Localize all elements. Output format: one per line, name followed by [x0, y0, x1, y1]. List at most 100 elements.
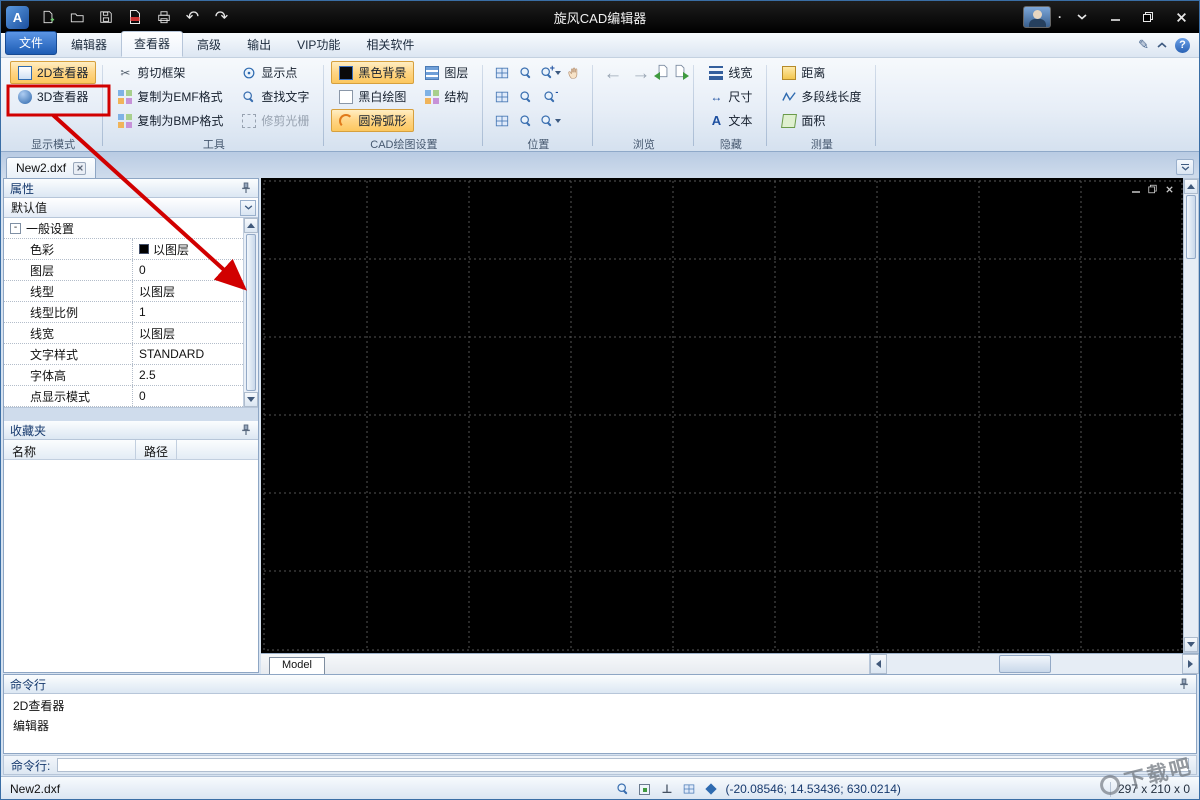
viewport-horizontal-icon[interactable]: [495, 90, 509, 104]
ribbon-collapse-icon[interactable]: [1157, 42, 1167, 48]
property-row-color[interactable]: 色彩 以图层: [4, 239, 243, 260]
properties-header[interactable]: 属性: [4, 179, 258, 198]
black-background-button[interactable]: 黑色背景: [331, 61, 414, 84]
property-row-linetype-scale[interactable]: 线型比例 1: [4, 302, 243, 323]
quick-style-icon[interactable]: ✎: [1138, 37, 1149, 53]
drawing-canvas[interactable]: [261, 178, 1183, 653]
collapse-minus-icon[interactable]: -: [10, 223, 21, 234]
structure-button[interactable]: 结构: [417, 85, 476, 108]
properties-preset-select[interactable]: 默认值: [4, 198, 258, 218]
zoom-extents-icon[interactable]: [519, 66, 533, 80]
menu-tab-editor[interactable]: 编辑器: [59, 33, 119, 57]
new-file-button[interactable]: [34, 5, 61, 29]
menu-tab-vip[interactable]: VIP功能: [285, 33, 352, 57]
command-panel-header[interactable]: 命令行: [4, 675, 1196, 694]
canvas-vertical-scrollbar[interactable]: [1183, 178, 1199, 653]
document-tab[interactable]: New2.dxf: [6, 157, 96, 178]
trim-raster-button[interactable]: 修剪光栅: [234, 109, 317, 132]
property-row-font-height[interactable]: 字体高 2.5: [4, 365, 243, 386]
viewport-close-icon[interactable]: [1163, 183, 1176, 195]
previous-view-icon[interactable]: [656, 64, 670, 78]
clip-frame-button[interactable]: ✂ 剪切框架: [110, 61, 231, 84]
redo-icon[interactable]: ↷: [208, 5, 235, 29]
browse-forward-icon[interactable]: →: [628, 64, 653, 83]
pan-icon[interactable]: [567, 66, 581, 80]
measure-area-button[interactable]: 面积: [774, 109, 869, 132]
export-pdf-button[interactable]: [121, 5, 148, 29]
find-text-button[interactable]: 查找文字: [234, 85, 317, 108]
scroll-thumb[interactable]: [1186, 195, 1196, 259]
menu-tab-viewer[interactable]: 查看器: [121, 31, 183, 57]
open-folder-button[interactable]: [63, 5, 90, 29]
copy-bmp-button[interactable]: 复制为BMP格式: [110, 109, 231, 132]
scroll-track[interactable]: [887, 654, 1182, 674]
chevron-down-icon[interactable]: [240, 200, 256, 216]
minimize-button[interactable]: [1102, 6, 1128, 28]
titlebar-chevron-down-icon[interactable]: [1069, 6, 1095, 28]
help-icon[interactable]: ?: [1175, 38, 1190, 53]
hide-text-button[interactable]: A 文本: [701, 109, 760, 132]
canvas-horizontal-scrollbar[interactable]: [869, 654, 1199, 674]
scroll-up-icon[interactable]: [1184, 179, 1198, 194]
menu-tab-related[interactable]: 相关软件: [354, 33, 426, 57]
menu-tab-advanced[interactable]: 高级: [185, 33, 233, 57]
zoom-scale-icon[interactable]: [540, 114, 561, 128]
scroll-thumb[interactable]: [999, 655, 1051, 673]
favorites-header[interactable]: 收藏夹: [4, 421, 258, 440]
viewer-2d-button[interactable]: 2D查看器: [10, 61, 96, 84]
model-tab[interactable]: Model: [269, 657, 325, 674]
command-history[interactable]: 2D查看器 编辑器: [4, 694, 1196, 753]
favorites-list[interactable]: [4, 460, 258, 672]
next-view-icon[interactable]: [673, 64, 687, 78]
scroll-left-icon[interactable]: [870, 654, 887, 674]
scroll-down-icon[interactable]: [1184, 637, 1198, 652]
user-avatar[interactable]: [1023, 6, 1051, 28]
smooth-arc-button[interactable]: 圆滑弧形: [331, 109, 414, 132]
properties-scrollbar[interactable]: [243, 218, 258, 407]
bw-drawing-button[interactable]: 黑白绘图: [331, 85, 414, 108]
pin-icon[interactable]: [240, 182, 252, 194]
print-button[interactable]: [150, 5, 177, 29]
zoom-selected-icon[interactable]: [519, 114, 533, 128]
close-button[interactable]: [1168, 6, 1194, 28]
find-icon[interactable]: [615, 782, 630, 797]
viewport-vertical-icon[interactable]: [495, 114, 509, 128]
layers-button[interactable]: 图层: [417, 61, 476, 84]
property-row-layer[interactable]: 图层 0: [4, 260, 243, 281]
scroll-right-icon[interactable]: [1182, 654, 1199, 674]
viewer-3d-button[interactable]: 3D查看器: [10, 85, 96, 108]
zoom-window-icon[interactable]: [519, 90, 533, 104]
viewport-restore-icon[interactable]: [1146, 183, 1159, 195]
copy-emf-button[interactable]: 复制为EMF格式: [110, 85, 231, 108]
pin-icon[interactable]: [1178, 678, 1190, 690]
scroll-up-icon[interactable]: [244, 218, 258, 233]
favorites-col-name[interactable]: 名称: [4, 440, 136, 459]
show-points-button[interactable]: 显示点: [234, 61, 317, 84]
pin-icon[interactable]: [240, 424, 252, 436]
menu-tab-output[interactable]: 输出: [235, 33, 283, 57]
restore-button[interactable]: [1135, 6, 1161, 28]
command-input[interactable]: [57, 758, 1189, 772]
scroll-down-icon[interactable]: [244, 392, 258, 407]
zoom-in-icon[interactable]: +: [540, 66, 561, 80]
grid-toggle-icon[interactable]: [681, 782, 696, 797]
document-tab-close-icon[interactable]: [73, 162, 86, 175]
measure-distance-button[interactable]: 距离: [774, 61, 869, 84]
save-button[interactable]: [92, 5, 119, 29]
properties-group-row[interactable]: - 一般设置: [4, 218, 243, 239]
property-row-lineweight[interactable]: 线宽 以图层: [4, 323, 243, 344]
browse-back-icon[interactable]: ←: [600, 64, 625, 83]
property-row-text-style[interactable]: 文字样式 STANDARD: [4, 344, 243, 365]
ortho-toggle-icon[interactable]: ⊥: [659, 782, 674, 797]
zoom-out-icon[interactable]: -: [543, 90, 557, 104]
property-row-point-display[interactable]: 点显示模式 0: [4, 386, 243, 407]
measure-polyline-button[interactable]: 多段线长度: [774, 85, 869, 108]
panel-expander-icon[interactable]: [1176, 159, 1194, 175]
hide-lineweight-button[interactable]: 线宽: [701, 61, 760, 84]
favorites-col-path[interactable]: 路径: [136, 440, 177, 459]
undo-icon[interactable]: ↶: [179, 5, 206, 29]
snap-toggle-icon[interactable]: [637, 782, 652, 797]
hide-dimensions-button[interactable]: ↔ 尺寸: [701, 85, 760, 108]
property-row-linetype[interactable]: 线型 以图层: [4, 281, 243, 302]
scroll-thumb[interactable]: [246, 234, 256, 391]
